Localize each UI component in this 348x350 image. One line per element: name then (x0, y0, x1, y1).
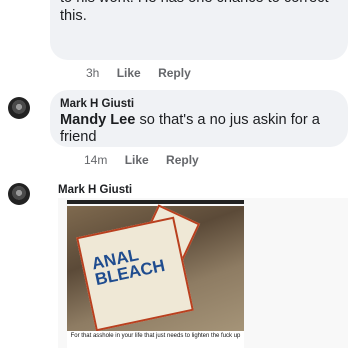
comment-author[interactable]: Mark H Giusti (58, 184, 132, 196)
avatar[interactable] (8, 183, 30, 205)
photo-scene: ANAL BLEACH (67, 204, 244, 332)
comment-bubble: If this guy doesn’t delete his, I will r… (50, 0, 348, 60)
mention-link[interactable]: Mandy Lee (60, 112, 135, 128)
like-button[interactable]: Like (117, 66, 141, 80)
reply-button[interactable]: Reply (166, 153, 199, 167)
avatar[interactable] (8, 97, 30, 119)
comment-actions: 3h Like Reply (86, 66, 205, 80)
box-label: ANAL BLEACH (90, 242, 167, 289)
image-border (67, 200, 244, 204)
comment-timestamp[interactable]: 3h (86, 66, 99, 80)
like-button[interactable]: Like (125, 153, 149, 167)
comment-text: Mandy Lee so that's a no jus askin for a… (60, 112, 340, 146)
comment-author[interactable]: Mark H Giusti (60, 98, 134, 110)
comment-timestamp[interactable]: 14m (84, 153, 107, 167)
product-box: ANAL BLEACH (76, 216, 194, 332)
comment-text: If this guy doesn’t delete his, I will r… (60, 0, 329, 24)
comment-actions: 14m Like Reply (84, 153, 213, 167)
comment-bubble: Mark H Giusti Mandy Lee so that's a no j… (50, 90, 348, 147)
image-caption: For that asshole in your life that just … (67, 331, 244, 350)
reply-button[interactable]: Reply (158, 66, 191, 80)
comment-image[interactable]: ANAL BLEACH For that asshole in your lif… (58, 198, 348, 350)
